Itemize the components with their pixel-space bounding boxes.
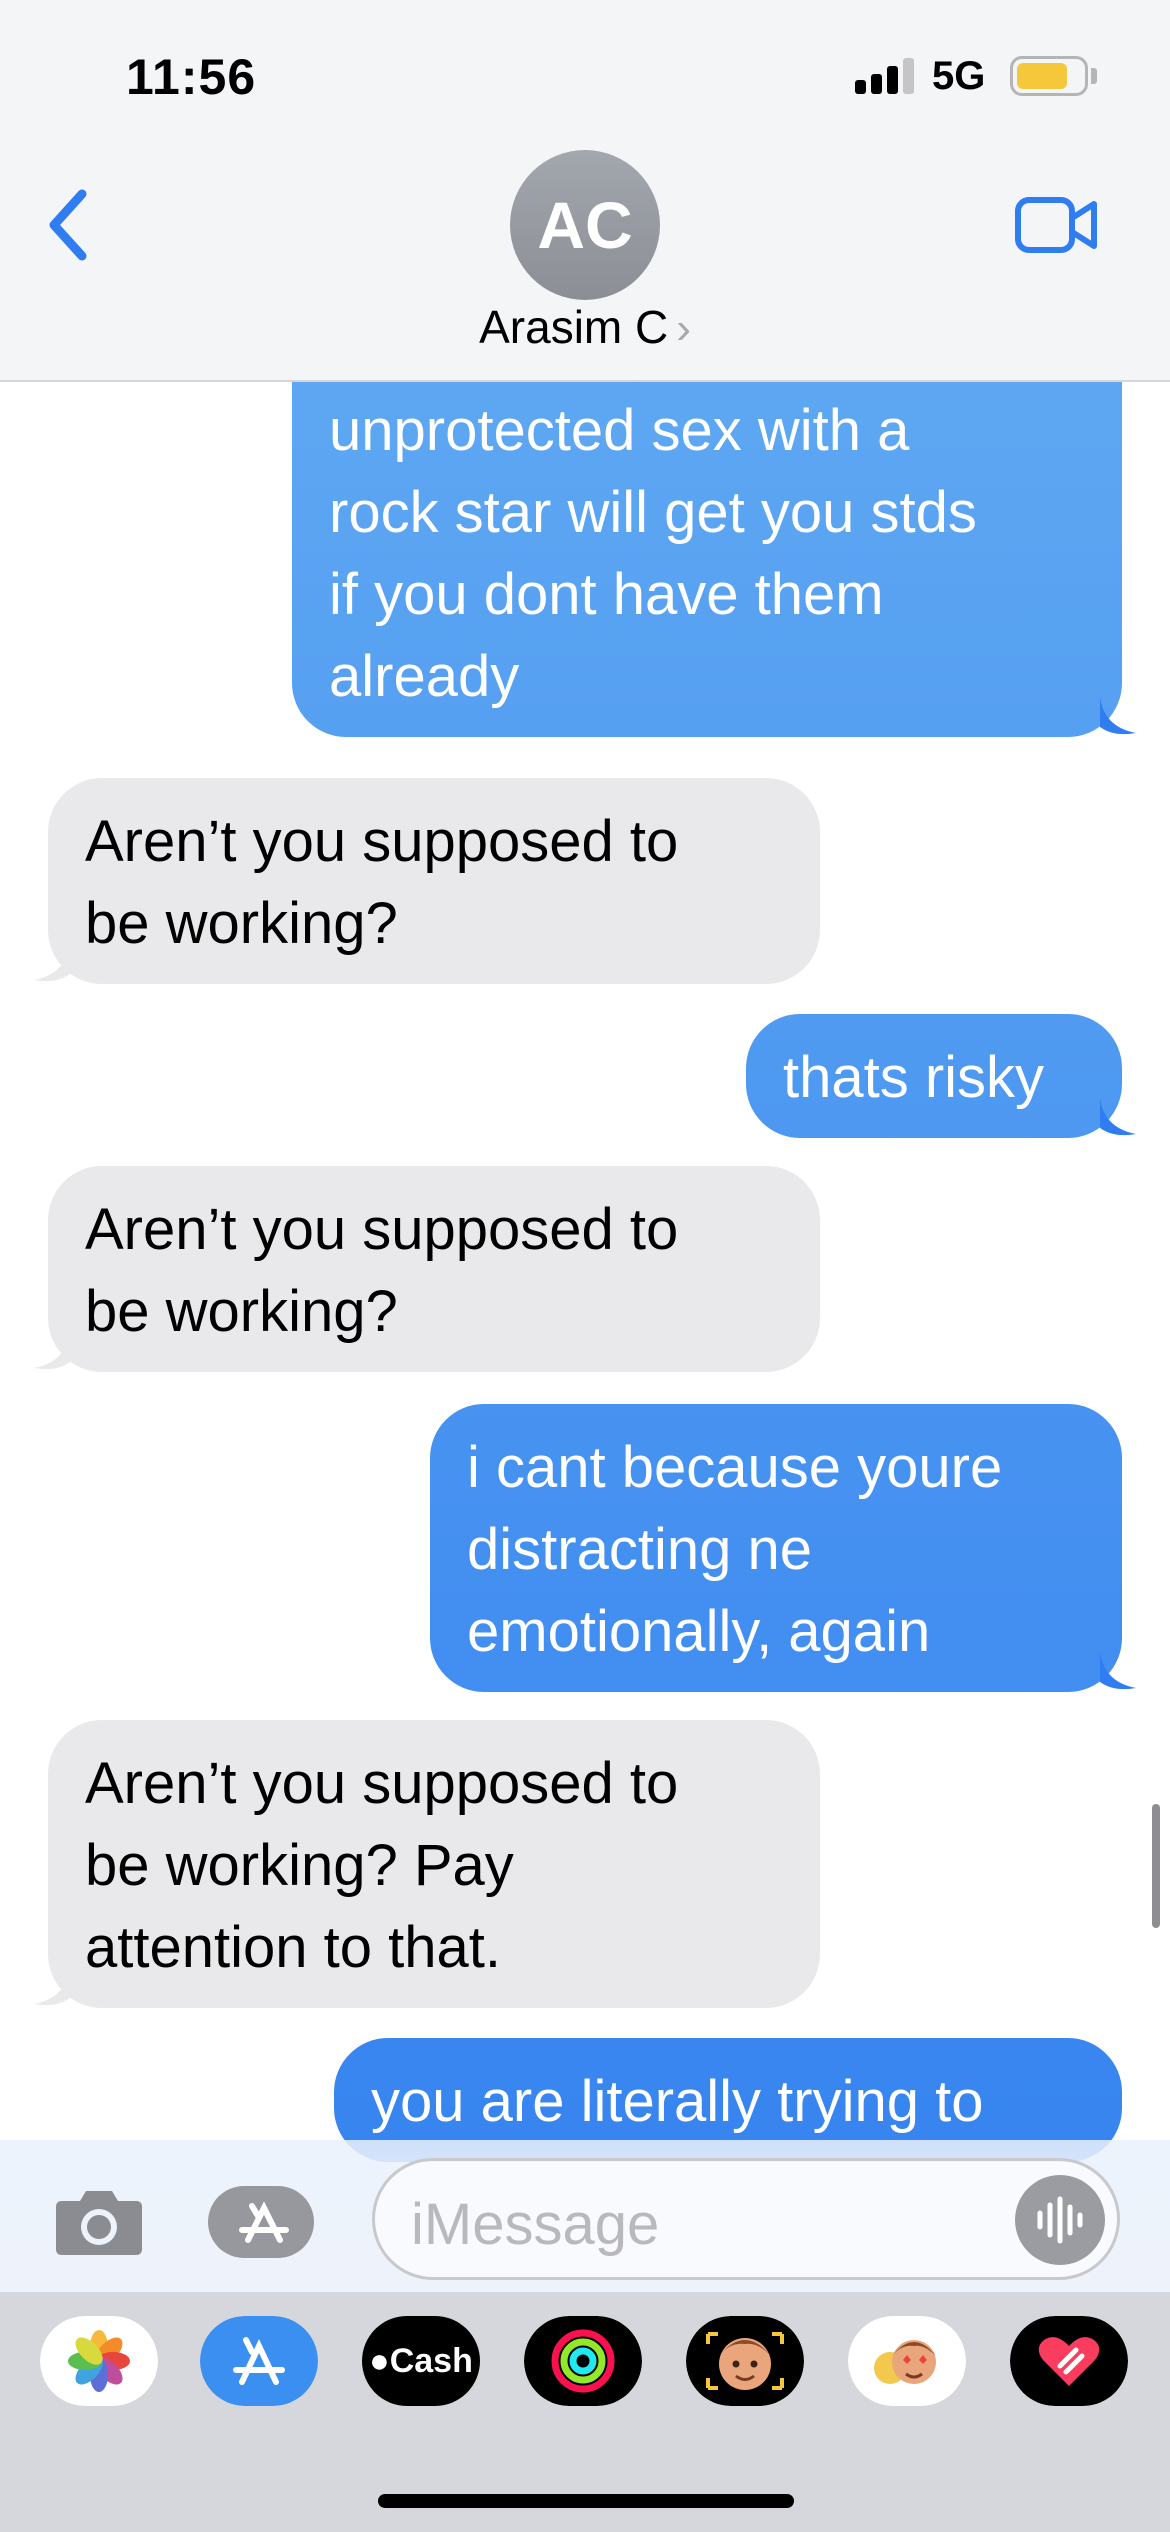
app-drawer: ●Cash — [0, 2292, 1170, 2532]
message-line: rock star will get you stds — [329, 480, 977, 545]
apple-cash-icon[interactable]: ●Cash — [362, 2316, 480, 2406]
message-line: be working? — [85, 891, 398, 956]
home-indicator[interactable] — [378, 2494, 794, 2508]
status-time: 11:56 — [126, 49, 257, 105]
digital-touch-icon[interactable] — [1010, 2316, 1128, 2406]
contact-name[interactable]: Arasim C — [479, 301, 668, 353]
message-line: be working? Pay — [85, 1833, 514, 1898]
message-line: i cant because youre — [467, 1435, 1003, 1500]
message-line: attention to that. — [85, 1915, 501, 1980]
received-message-bubble[interactable]: Aren’t you supposed to be working? — [48, 1166, 820, 1372]
sent-message-bubble[interactable]: i cant because youre distracting ne emotio… — [430, 1404, 1122, 1692]
cellular-signal-icon — [855, 58, 915, 94]
audio-waveform-icon[interactable] — [1015, 2175, 1105, 2265]
app-store-apps-icon[interactable] — [208, 2186, 320, 2258]
activity-icon[interactable] — [524, 2316, 642, 2406]
received-message-bubble[interactable]: Aren’t you supposed to be working? Pay att… — [48, 1720, 820, 2008]
contact-name-row[interactable]: Arasim C › — [0, 300, 1170, 354]
message-line: Aren’t you supposed to — [85, 1197, 679, 1262]
apple-cash-logo: ● — [369, 2342, 390, 2380]
conversation-header: 11:56 5G AC Arasim C › — [0, 0, 1170, 382]
sent-bubble-tail — [1100, 1652, 1136, 1690]
sent-message-bubble[interactable]: thats risky — [746, 1014, 1122, 1138]
contact-avatar[interactable]: AC — [510, 150, 660, 300]
message-line: you are literally trying to — [371, 2069, 984, 2134]
network-type: 5G — [932, 54, 986, 98]
photos-app-icon[interactable] — [40, 2316, 158, 2406]
message-line: emotionally, again — [467, 1599, 931, 1664]
battery-cap — [1091, 68, 1097, 84]
memoji-stickers-icon[interactable] — [848, 2316, 966, 2406]
camera-icon[interactable] — [54, 2187, 144, 2255]
battery-icon — [1010, 56, 1088, 96]
message-line: already — [329, 644, 520, 709]
received-bubble-tail — [34, 1968, 70, 2006]
composer-bar: iMessage — [0, 2140, 1170, 2292]
message-line: Aren’t you supposed to — [85, 1751, 679, 1816]
received-bubble-tail — [34, 1332, 70, 1370]
back-chevron-icon[interactable] — [40, 180, 100, 270]
app-store-icon[interactable] — [200, 2316, 318, 2406]
message-line: Aren’t you supposed to — [85, 809, 679, 874]
video-call-icon[interactable] — [1012, 190, 1102, 260]
imessage-placeholder: iMessage — [411, 2192, 660, 2257]
scrollbar-thumb[interactable] — [1152, 1804, 1160, 1928]
sent-bubble-tail — [1100, 1098, 1136, 1136]
sent-bubble-tail — [1100, 697, 1136, 735]
message-line: distracting ne — [467, 1517, 812, 1582]
received-bubble-tail — [34, 944, 70, 982]
message-line: unprotected sex with a — [329, 398, 910, 463]
received-message-bubble[interactable]: Aren’t you supposed to be working? — [48, 778, 820, 984]
imessage-input[interactable]: iMessage — [372, 2158, 1120, 2280]
memoji-icon[interactable] — [686, 2316, 804, 2406]
message-line: if you dont have them — [329, 562, 884, 627]
message-line: be working? — [85, 1279, 398, 1344]
message-line: thats risky — [783, 1045, 1045, 1110]
chevron-right-icon: › — [676, 304, 691, 353]
sent-message-bubble[interactable]: unprotected sex with a rock star will get… — [292, 382, 1122, 737]
apple-cash-label: Cash — [389, 2342, 473, 2380]
